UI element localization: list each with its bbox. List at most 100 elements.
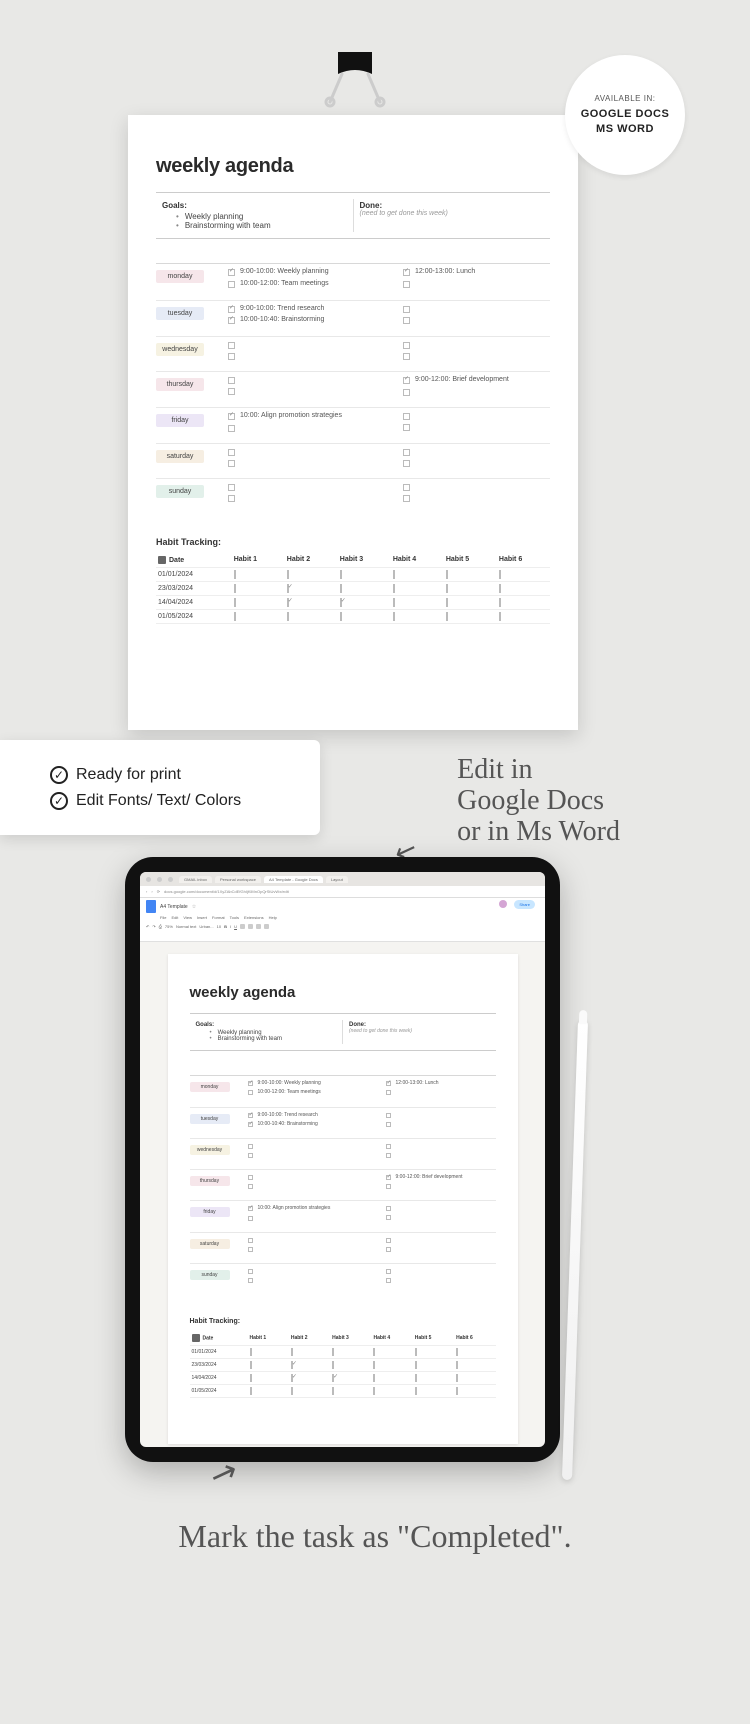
checkbox-icon[interactable]	[386, 1238, 391, 1243]
checkbox-icon[interactable]	[250, 1387, 252, 1395]
checkbox-icon[interactable]	[228, 425, 235, 432]
checkbox-icon[interactable]	[386, 1081, 391, 1086]
docs-menu-item[interactable]: File	[160, 915, 166, 920]
checkbox-icon[interactable]	[456, 1361, 458, 1369]
checkbox-icon[interactable]	[499, 584, 501, 593]
docs-menu-item[interactable]: View	[183, 915, 192, 920]
checkbox-icon[interactable]	[446, 598, 448, 607]
checkbox-icon[interactable]	[250, 1374, 252, 1382]
checkbox-icon[interactable]	[403, 424, 410, 431]
share-button[interactable]: Share	[514, 900, 535, 909]
checkbox-icon[interactable]	[228, 342, 235, 349]
checkbox-icon[interactable]	[248, 1269, 253, 1274]
checkbox-icon[interactable]	[248, 1122, 253, 1127]
zoom-level[interactable]: 75%	[165, 924, 173, 929]
nav-back-icon[interactable]: ‹	[146, 889, 147, 894]
checkbox-icon[interactable]	[415, 1348, 417, 1356]
checkbox-icon[interactable]	[386, 1215, 391, 1220]
checkbox-icon[interactable]	[393, 570, 395, 579]
checkbox-icon[interactable]	[340, 584, 342, 593]
checkbox-icon[interactable]	[373, 1374, 375, 1382]
checkbox-icon[interactable]	[446, 584, 448, 593]
checkbox-icon[interactable]	[340, 598, 342, 607]
checkbox-icon[interactable]	[287, 612, 289, 621]
checkbox-icon[interactable]	[248, 1247, 253, 1252]
checkbox-icon[interactable]	[456, 1374, 458, 1382]
docs-menu-item[interactable]: Help	[269, 915, 277, 920]
docs-menu-item[interactable]: Insert	[197, 915, 207, 920]
checkbox-icon[interactable]	[403, 342, 410, 349]
checkbox-icon[interactable]	[332, 1374, 334, 1382]
checkbox-icon[interactable]	[228, 269, 235, 276]
checkbox-icon[interactable]	[456, 1348, 458, 1356]
url-text[interactable]: docs.google.com/document/d/1XyZAbCdEfGhI…	[164, 889, 539, 894]
checkbox-icon[interactable]	[248, 1175, 253, 1180]
checkbox-icon[interactable]	[415, 1361, 417, 1369]
checkbox-icon[interactable]	[415, 1387, 417, 1395]
docs-menu-item[interactable]: Extensions	[244, 915, 264, 920]
checkbox-icon[interactable]	[403, 449, 410, 456]
checkbox-icon[interactable]	[332, 1361, 334, 1369]
checkbox-icon[interactable]	[403, 495, 410, 502]
checkbox-icon[interactable]	[393, 584, 395, 593]
checkbox-icon[interactable]	[456, 1387, 458, 1395]
checkbox-icon[interactable]	[499, 598, 501, 607]
browser-tab[interactable]: Personal workspace	[215, 876, 261, 883]
checkbox-icon[interactable]	[234, 612, 236, 621]
checkbox-icon[interactable]	[386, 1247, 391, 1252]
bold-icon[interactable]: B	[224, 924, 227, 929]
align-icon[interactable]	[256, 924, 261, 929]
text-color-icon[interactable]	[240, 924, 245, 929]
checkbox-icon[interactable]	[499, 612, 501, 621]
browser-tab[interactable]: A4 Template - Google Docs	[264, 876, 323, 883]
checkbox-icon[interactable]	[228, 495, 235, 502]
checkbox-icon[interactable]	[386, 1184, 391, 1189]
checkbox-icon[interactable]	[248, 1278, 253, 1283]
checkbox-icon[interactable]	[228, 377, 235, 384]
checkbox-icon[interactable]	[228, 413, 235, 420]
checkbox-icon[interactable]	[248, 1216, 253, 1221]
doc-title[interactable]: A4 Template	[160, 904, 188, 910]
checkbox-icon[interactable]	[403, 269, 410, 276]
checkbox-icon[interactable]	[386, 1090, 391, 1095]
checkbox-icon[interactable]	[340, 570, 342, 579]
checkbox-icon[interactable]	[228, 388, 235, 395]
checkbox-icon[interactable]	[403, 460, 410, 467]
checkbox-icon[interactable]	[386, 1278, 391, 1283]
checkbox-icon[interactable]	[332, 1387, 334, 1395]
reload-icon[interactable]: ⟳	[157, 889, 160, 894]
checkbox-icon[interactable]	[386, 1144, 391, 1149]
checkbox-icon[interactable]	[228, 306, 235, 313]
undo-icon[interactable]: ↶	[146, 924, 149, 929]
checkbox-icon[interactable]	[287, 570, 289, 579]
checkbox-icon[interactable]	[291, 1374, 293, 1382]
checkbox-icon[interactable]	[386, 1153, 391, 1158]
checkbox-icon[interactable]	[499, 570, 501, 579]
list-icon[interactable]	[264, 924, 269, 929]
checkbox-icon[interactable]	[248, 1206, 253, 1211]
checkbox-icon[interactable]	[248, 1081, 253, 1086]
google-docs-logo-icon[interactable]	[146, 900, 156, 913]
checkbox-icon[interactable]	[403, 413, 410, 420]
checkbox-icon[interactable]	[228, 317, 235, 324]
font-select[interactable]: Urban...	[199, 924, 213, 929]
checkbox-icon[interactable]	[332, 1348, 334, 1356]
docs-menu-item[interactable]: Edit	[171, 915, 178, 920]
checkbox-icon[interactable]	[228, 353, 235, 360]
font-size[interactable]: 10	[217, 924, 221, 929]
checkbox-icon[interactable]	[248, 1113, 253, 1118]
checkbox-icon[interactable]	[403, 377, 410, 384]
nav-fwd-icon[interactable]: ›	[151, 889, 152, 894]
checkbox-icon[interactable]	[291, 1361, 293, 1369]
checkbox-icon[interactable]	[403, 353, 410, 360]
style-select[interactable]: Normal text	[176, 924, 196, 929]
checkbox-icon[interactable]	[403, 306, 410, 313]
checkbox-icon[interactable]	[386, 1122, 391, 1127]
checkbox-icon[interactable]	[386, 1175, 391, 1180]
checkbox-icon[interactable]	[248, 1153, 253, 1158]
checkbox-icon[interactable]	[250, 1361, 252, 1369]
italic-icon[interactable]: I	[230, 924, 231, 929]
print-icon[interactable]: ⎙	[159, 924, 162, 929]
checkbox-icon[interactable]	[446, 570, 448, 579]
checkbox-icon[interactable]	[291, 1387, 293, 1395]
